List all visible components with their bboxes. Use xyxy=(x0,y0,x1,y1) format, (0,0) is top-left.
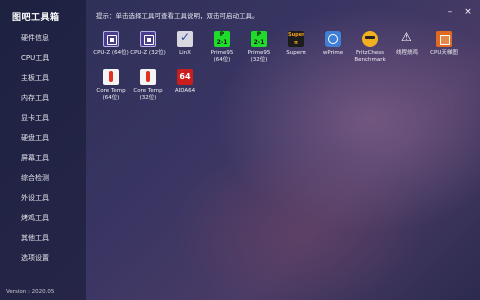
app-window: 图吧工具箱 硬件信息 CPU工具 主板工具 内存工具 显卡工具 硬盘工具 屏幕工… xyxy=(0,0,480,300)
tool-label: LinX xyxy=(179,50,191,56)
tool-linx[interactable]: LinX xyxy=(166,31,204,57)
tool-label: Superπ xyxy=(286,50,306,56)
sidebar-item-disk-tools[interactable]: 硬盘工具 xyxy=(0,128,86,148)
cpuz-icon xyxy=(140,31,156,47)
tool-coretemp-64[interactable]: Core Temp (64位) xyxy=(92,69,130,101)
tool-wprime[interactable]: wPrime xyxy=(314,31,352,57)
tool-label: Core Temp (64位) xyxy=(96,88,126,101)
wprime-icon xyxy=(325,31,341,47)
minimize-button[interactable]: – xyxy=(444,6,456,18)
version-label: Version : 2020.05 xyxy=(6,289,55,295)
tool-cpuz-32[interactable]: CPU-Z (32位) xyxy=(129,31,167,57)
tool-cpu-ladder[interactable]: CPU天梯图 xyxy=(425,31,463,57)
prime95-icon: P 2-1 xyxy=(214,31,230,47)
tool-label: Prime95 (32位) xyxy=(247,50,271,63)
warning-icon xyxy=(399,31,415,47)
sidebar-item-gpu-tools[interactable]: 显卡工具 xyxy=(0,108,86,128)
tool-fritzchess[interactable]: FritzChess Benchmark xyxy=(351,31,389,63)
sidebar-item-peripheral-tools[interactable]: 外设工具 xyxy=(0,188,86,208)
superpi-icon: Super π xyxy=(288,31,304,47)
sidebar-nav: 硬件信息 CPU工具 主板工具 内存工具 显卡工具 硬盘工具 屏幕工具 综合检测… xyxy=(0,28,86,268)
tool-label: 线程烧鸡 xyxy=(395,50,418,56)
close-button[interactable]: × xyxy=(462,6,474,18)
tool-label: FritzChess Benchmark xyxy=(354,50,386,63)
sidebar-item-other-tools[interactable]: 其他工具 xyxy=(0,228,86,248)
coretemp-icon xyxy=(140,69,156,85)
tool-aida64[interactable]: 64 AIDA64 xyxy=(166,69,204,95)
tool-thread-stress[interactable]: 线程烧鸡 xyxy=(388,31,426,57)
sidebar-item-cpu-tools[interactable]: CPU工具 xyxy=(0,48,86,68)
tool-label: Prime95 (64位) xyxy=(210,50,234,63)
tool-prime95-32[interactable]: P 2-1 Prime95 (32位) xyxy=(240,31,278,63)
app-title: 图吧工具箱 xyxy=(12,13,60,23)
tool-cpuz-64[interactable]: CPU-Z (64位) xyxy=(92,31,130,57)
fritzchess-icon xyxy=(362,31,378,47)
sidebar-item-hardware-info[interactable]: 硬件信息 xyxy=(0,28,86,48)
cpu-ladder-icon xyxy=(436,31,452,47)
tool-prime95-64[interactable]: P 2-1 Prime95 (64位) xyxy=(203,31,241,63)
coretemp-icon xyxy=(103,69,119,85)
sidebar-item-screen-tools[interactable]: 屏幕工具 xyxy=(0,148,86,168)
hint-text: 提示：单击选择工具可查看工具说明，双击可启动工具。 xyxy=(96,12,259,20)
sidebar-item-motherboard-tools[interactable]: 主板工具 xyxy=(0,68,86,88)
tool-label: wPrime xyxy=(322,50,344,56)
tool-label: CPU天梯图 xyxy=(430,50,458,56)
sidebar-item-comprehensive-test[interactable]: 综合检测 xyxy=(0,168,86,188)
tool-superpi[interactable]: Super π Superπ xyxy=(277,31,315,57)
tool-label: CPU-Z (32位) xyxy=(130,50,166,56)
tool-coretemp-32[interactable]: Core Temp (32位) xyxy=(129,69,167,101)
sidebar-item-stress-tools[interactable]: 烤鸡工具 xyxy=(0,208,86,228)
prime95-icon: P 2-1 xyxy=(251,31,267,47)
sidebar: 图吧工具箱 硬件信息 CPU工具 主板工具 内存工具 显卡工具 硬盘工具 屏幕工… xyxy=(0,0,86,300)
linx-icon xyxy=(177,31,193,47)
sidebar-item-memory-tools[interactable]: 内存工具 xyxy=(0,88,86,108)
tool-label: CPU-Z (64位) xyxy=(93,50,129,56)
tool-label: AIDA64 xyxy=(174,88,196,94)
tool-label: Core Temp (32位) xyxy=(133,88,163,101)
aida64-icon: 64 xyxy=(177,69,193,85)
sidebar-item-settings[interactable]: 选项设置 xyxy=(0,248,86,268)
cpuz-icon xyxy=(103,31,119,47)
